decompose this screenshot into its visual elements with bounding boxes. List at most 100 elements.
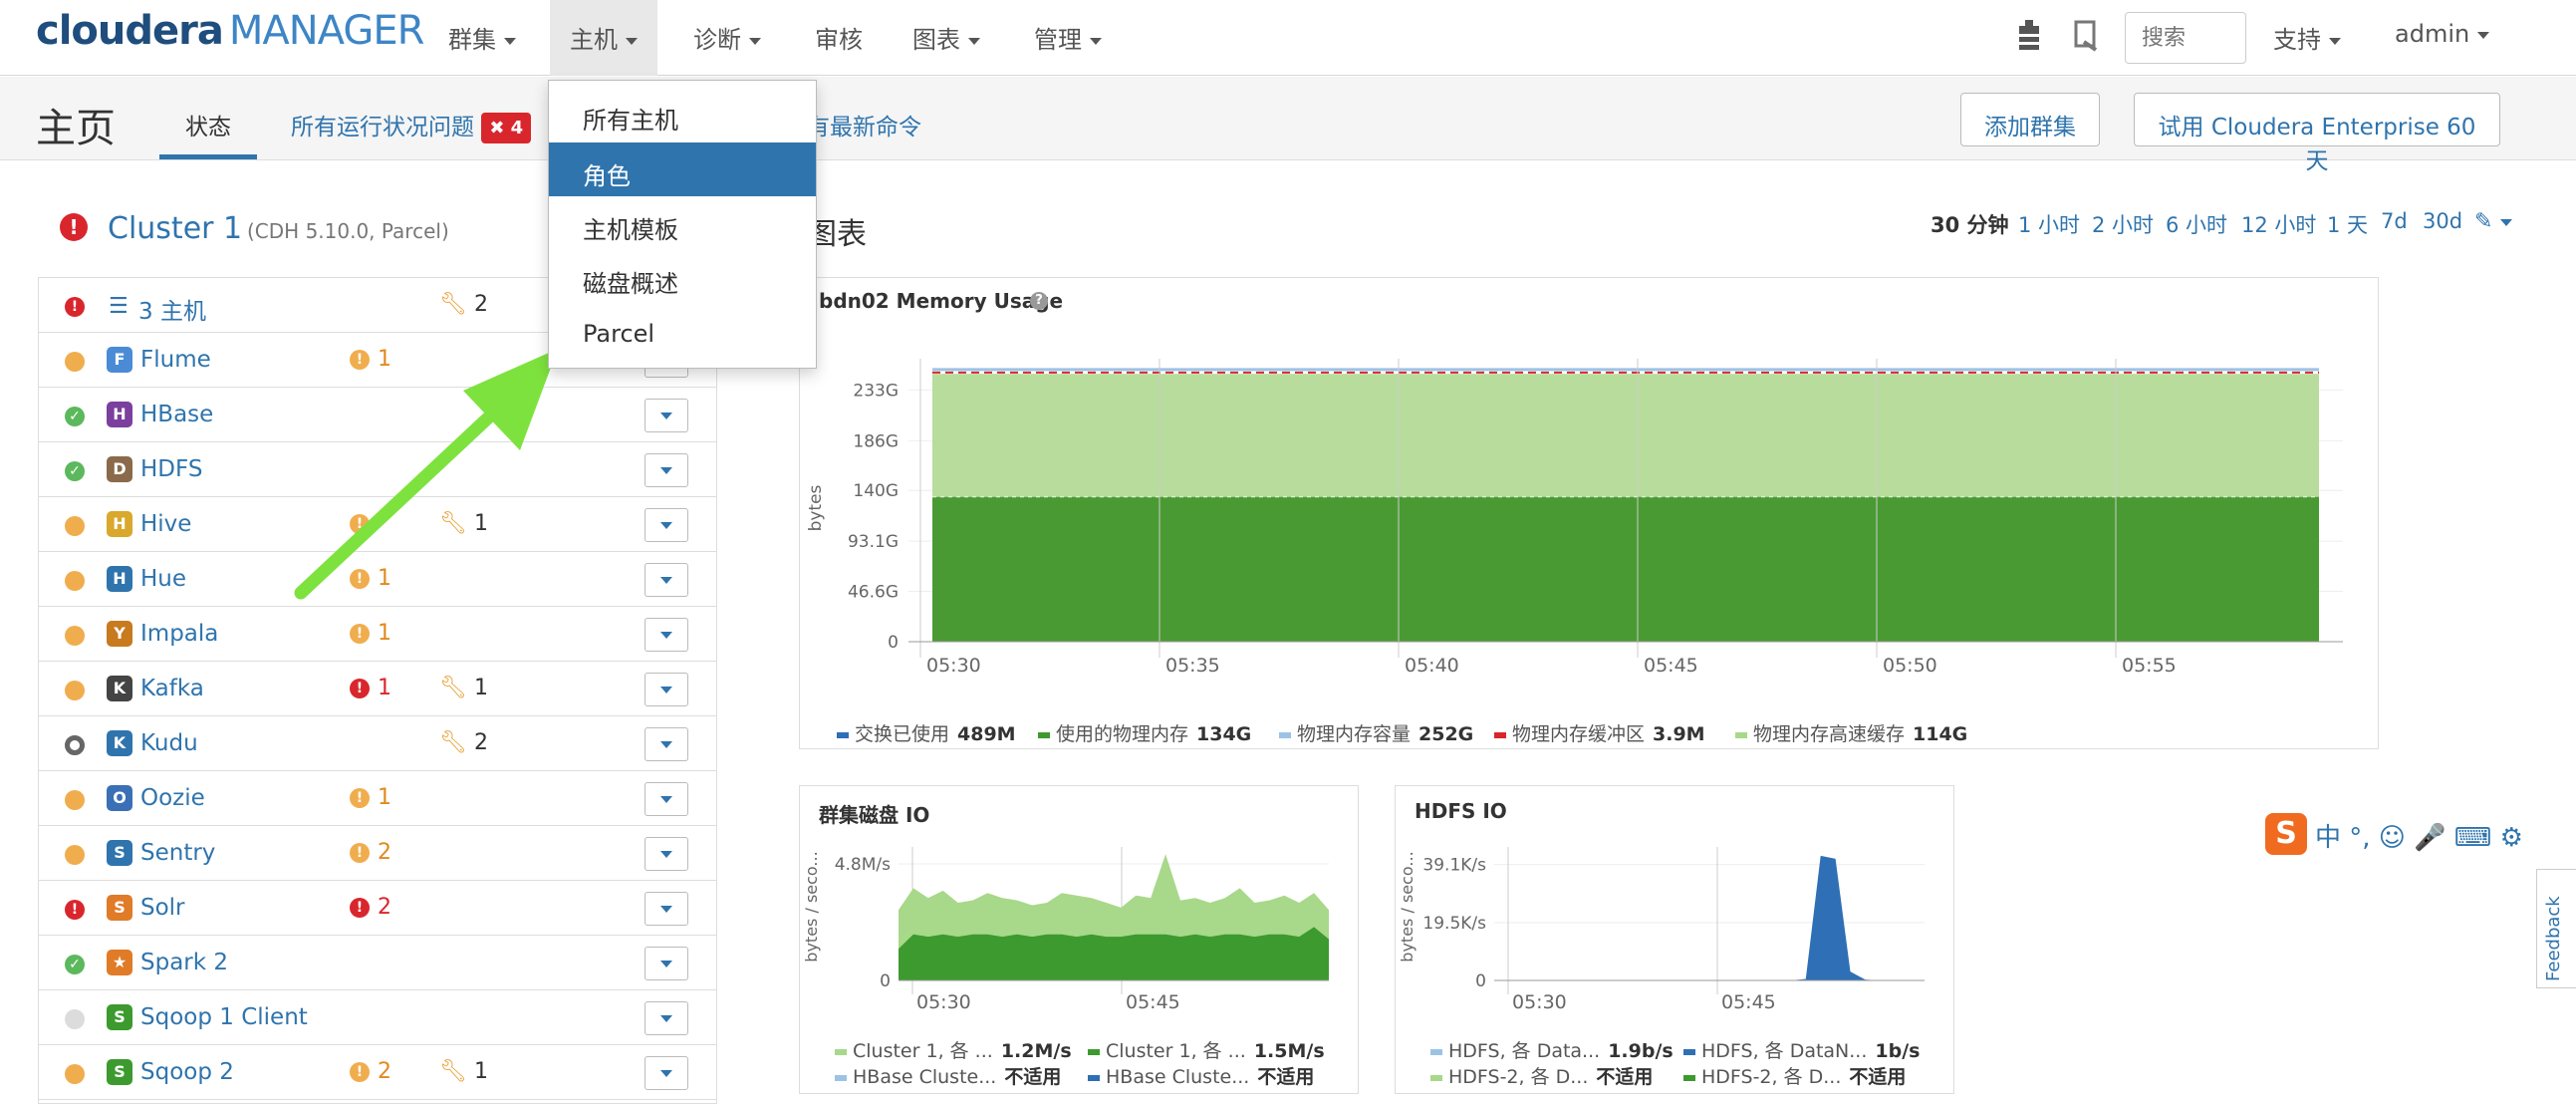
legend-item[interactable]: 物理内存容量 252G (1279, 719, 1473, 746)
service-name-link[interactable]: Sentry (140, 840, 215, 866)
nav-support[interactable]: 支持 (2273, 20, 2341, 55)
tab-status[interactable]: 状态 (159, 108, 257, 159)
service-health-alerts[interactable]: ! 2 (350, 840, 391, 865)
service-logo-icon: K (107, 676, 132, 701)
nav-audits[interactable]: 审核 (815, 20, 863, 55)
service-name-link[interactable]: Solr (140, 895, 185, 921)
range-1h[interactable]: 1 小时 (2018, 209, 2080, 239)
nav-charts[interactable]: 图表 (912, 20, 980, 55)
hosts-config-issues[interactable]: 🔧︎ 2 (439, 292, 488, 317)
tasks-icon[interactable] (2072, 20, 2100, 56)
menu-all-hosts[interactable]: 所有主机 (549, 87, 816, 140)
legend-item[interactable]: HDFS, 各 Data... 1.9b/s (1430, 1036, 1674, 1063)
parcel-icon[interactable] (2016, 20, 2042, 56)
add-cluster-button[interactable]: 添加群集 (1960, 93, 2100, 146)
range-30m[interactable]: 30 分钟 (1931, 209, 2009, 239)
service-name-link[interactable]: Sqoop 1 Client (140, 1004, 308, 1030)
service-name-link[interactable]: Hue (140, 566, 186, 592)
service-config-issues[interactable]: 🔧︎ 1 (439, 1059, 488, 1084)
menu-roles[interactable]: 角色 (549, 142, 816, 196)
service-actions-button[interactable] (644, 453, 688, 487)
service-actions-button[interactable] (644, 563, 688, 597)
legend-item[interactable]: Cluster 1, 各 ... 1.5M/s (1088, 1036, 1325, 1063)
legend-swatch (837, 731, 849, 738)
service-name-link[interactable]: Spark 2 (140, 950, 228, 975)
range-30d[interactable]: 30d (2423, 209, 2462, 233)
tab-recent-commands[interactable]: 有最新命令 (807, 108, 921, 141)
help-icon[interactable]: ? (1030, 292, 1048, 310)
service-name-link[interactable]: Impala (140, 621, 218, 647)
service-actions-button[interactable] (644, 673, 688, 706)
service-actions-button[interactable] (644, 508, 688, 542)
memory-chart-title[interactable]: bdn02 Memory Usage (819, 289, 1063, 313)
service-health-alerts[interactable]: ! 2 (350, 895, 391, 920)
hosts-link[interactable]: 3 主机 (138, 292, 206, 326)
legend-item[interactable]: 物理内存高速缓存 114G (1735, 719, 1967, 746)
service-logo-icon: S (107, 1059, 132, 1085)
range-7d[interactable]: 7d (2381, 209, 2408, 233)
legend-item[interactable]: 交换已使用 489M (837, 719, 1016, 746)
service-actions-button[interactable] (644, 1001, 688, 1035)
legend-item[interactable]: 使用的物理内存 134G (1038, 719, 1251, 746)
service-health-alerts[interactable]: ! 1 (350, 676, 391, 700)
service-config-issues[interactable]: 🔧︎ 2 (439, 730, 488, 755)
nav-user-admin[interactable]: admin (2395, 20, 2490, 48)
service-row: S Sqoop 1 Client (39, 990, 716, 1045)
service-name-link[interactable]: Flume (140, 347, 211, 373)
hdfs-io-title[interactable]: HDFS IO (1415, 799, 1507, 823)
legend-item[interactable]: 物理内存缓冲区 3.9M (1494, 719, 1705, 746)
service-name-link[interactable]: HDFS (140, 456, 202, 482)
service-row: K Kudu 🔧︎ 2 (39, 716, 716, 771)
search-input[interactable] (2125, 12, 2246, 64)
cloudera-logo[interactable]: cloudera MANAGER (36, 8, 424, 54)
service-name-link[interactable]: Oozie (140, 785, 205, 811)
range-12h[interactable]: 12 小时 (2241, 209, 2316, 239)
service-name-link[interactable]: Kafka (140, 676, 204, 701)
range-1d[interactable]: 1 天 (2327, 209, 2368, 239)
service-actions-button[interactable] (644, 727, 688, 761)
service-health-alerts[interactable]: ! 1 (350, 785, 391, 810)
service-health-alerts[interactable]: ! 2 (350, 1059, 391, 1084)
range-2h[interactable]: 2 小时 (2092, 209, 2154, 239)
service-actions-button[interactable] (644, 618, 688, 652)
nav-admin[interactable]: 管理 (1034, 20, 1102, 55)
y-tick-label: 46.6G (848, 582, 899, 602)
legend-item[interactable]: Cluster 1, 各 ... 1.2M/s (835, 1036, 1072, 1063)
range-6h[interactable]: 6 小时 (2166, 209, 2227, 239)
service-actions-button[interactable] (644, 947, 688, 980)
legend-item[interactable]: HDFS-2, 各 D... 不适用 (1430, 1062, 1653, 1089)
tab-health-issues[interactable]: 所有运行状况问题 ✖ 4 (291, 108, 532, 143)
alert-icon: ! (350, 624, 370, 644)
service-config-issues[interactable]: 🔧︎ 1 (439, 676, 488, 700)
legend-item[interactable]: HDFS, 各 DataN... 1b/s (1683, 1036, 1920, 1063)
edit-charts-icon[interactable]: ✎ (2474, 209, 2513, 234)
service-actions-button[interactable] (644, 837, 688, 871)
disk-io-title[interactable]: 群集磁盘 IO (819, 799, 929, 828)
service-actions-button[interactable] (644, 399, 688, 432)
service-actions-button[interactable] (644, 782, 688, 816)
service-name-link[interactable]: Hive (140, 511, 191, 537)
service-actions-button[interactable] (644, 1056, 688, 1090)
ime-mode-icons[interactable]: 中 °, ☺ 🎤 ⌨ ⚙ (2315, 817, 2523, 854)
nav-hosts[interactable]: 主机 (550, 0, 657, 76)
legend-item[interactable]: HBase Cluste... 不适用 (835, 1062, 1061, 1089)
service-logo-icon: O (107, 785, 132, 811)
used-memory-area (932, 496, 2319, 642)
service-name-link[interactable]: Kudu (140, 730, 198, 756)
cluster-name[interactable]: Cluster 1 (108, 211, 242, 246)
service-name-link[interactable]: HBase (140, 402, 213, 427)
menu-host-templates[interactable]: 主机模板 (549, 196, 816, 250)
menu-disk-overview[interactable]: 磁盘概述 (549, 250, 816, 304)
menu-parcel[interactable]: Parcel (549, 306, 816, 360)
feedback-tab[interactable]: Feedback (2536, 869, 2576, 988)
legend-item[interactable]: HDFS-2, 各 D... 不适用 (1683, 1062, 1906, 1089)
nav-clusters[interactable]: 群集 (448, 20, 516, 55)
list-icon: ☰ (109, 294, 129, 319)
service-health-alerts[interactable]: ! 1 (350, 621, 391, 646)
service-actions-button[interactable] (644, 892, 688, 926)
trial-enterprise-button[interactable]: 试用 Cloudera Enterprise 60 天 (2134, 93, 2500, 174)
sogou-logo-icon[interactable]: S (2265, 813, 2307, 855)
service-name-link[interactable]: Sqoop 2 (140, 1059, 234, 1085)
nav-diagnostics[interactable]: 诊断 (693, 20, 761, 55)
legend-item[interactable]: HBase Cluste... 不适用 (1088, 1062, 1314, 1089)
